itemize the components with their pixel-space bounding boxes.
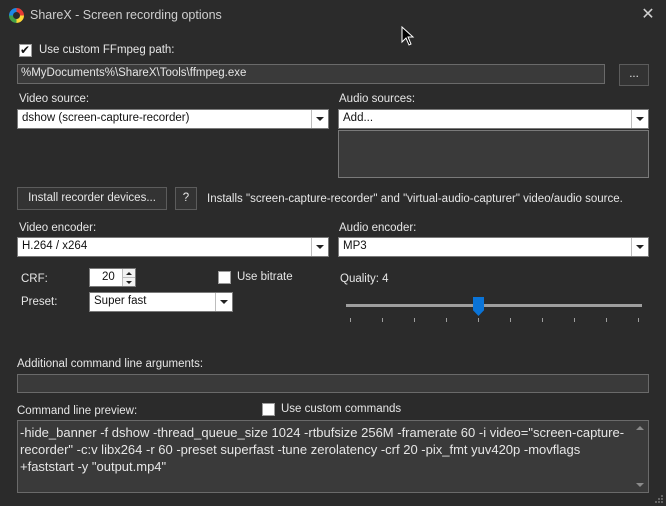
quality-tick	[510, 318, 511, 322]
quality-tick	[574, 318, 575, 322]
crf-value: 20	[102, 271, 115, 283]
video-encoder-label: Video encoder:	[19, 222, 97, 234]
preset-dropdown[interactable]: Super fast	[89, 292, 233, 312]
audio-sources-label: Audio sources:	[339, 93, 416, 105]
install-recorder-devices-button[interactable]: Install recorder devices...	[17, 187, 167, 210]
quality-tick	[638, 318, 639, 322]
video-source-label: Video source:	[19, 93, 90, 105]
quality-slider-thumb[interactable]	[473, 297, 484, 316]
resize-grip-icon[interactable]	[654, 494, 664, 504]
use-bitrate-label: Use bitrate	[237, 271, 293, 283]
help-button[interactable]: ?	[175, 187, 197, 210]
spin-down-icon[interactable]	[123, 278, 135, 287]
vertical-scrollbar[interactable]	[631, 421, 648, 492]
audio-encoder-label: Audio encoder:	[339, 222, 417, 234]
quality-tick	[350, 318, 351, 322]
audio-sources-list[interactable]	[338, 130, 649, 178]
spin-up-icon[interactable]	[123, 269, 135, 278]
scroll-up-icon[interactable]	[636, 426, 644, 430]
chevron-down-icon	[631, 110, 648, 128]
chevron-down-icon	[215, 293, 232, 311]
scroll-down-icon[interactable]	[636, 483, 644, 487]
audio-encoder-value: MP3	[343, 240, 367, 252]
quality-tick	[414, 318, 415, 322]
crf-label: CRF:	[21, 273, 48, 285]
mouse-cursor-icon	[401, 26, 415, 46]
additional-args-input[interactable]	[17, 374, 649, 393]
chevron-down-icon	[311, 238, 328, 256]
browse-ffmpeg-button[interactable]: ...	[619, 64, 649, 86]
video-encoder-value: H.264 / x264	[22, 240, 88, 252]
use-bitrate-checkbox[interactable]	[218, 271, 231, 284]
quality-tick	[478, 318, 479, 322]
window-title: ShareX - Screen recording options	[30, 8, 222, 22]
command-preview-textarea[interactable]: -hide_banner -f dshow -thread_queue_size…	[17, 420, 649, 493]
use-custom-ffmpeg-label: Use custom FFmpeg path:	[39, 44, 175, 56]
video-source-dropdown[interactable]: dshow (screen-capture-recorder)	[17, 109, 329, 129]
video-source-value: dshow (screen-capture-recorder)	[22, 112, 190, 124]
use-custom-ffmpeg-checkbox[interactable]	[19, 43, 32, 57]
close-button[interactable]: ✕	[638, 5, 658, 25]
crf-spin-buttons[interactable]	[122, 269, 135, 286]
quality-label: Quality: 4	[340, 273, 389, 285]
audio-sources-dropdown[interactable]: Add...	[338, 109, 649, 129]
audio-sources-value: Add...	[343, 112, 374, 124]
quality-tick	[606, 318, 607, 322]
preset-label: Preset:	[21, 296, 58, 308]
additional-args-label: Additional command line arguments:	[17, 358, 204, 370]
crf-stepper[interactable]: 20	[89, 268, 136, 287]
use-custom-commands-label: Use custom commands	[281, 403, 402, 415]
use-custom-commands-checkbox[interactable]	[262, 403, 275, 416]
command-preview-label: Command line preview:	[17, 405, 138, 417]
install-description: Installs "screen-capture-recorder" and "…	[207, 193, 623, 205]
quality-tick	[542, 318, 543, 322]
audio-encoder-dropdown[interactable]: MP3	[338, 237, 649, 257]
quality-tick	[382, 318, 383, 322]
chevron-down-icon	[311, 110, 328, 128]
quality-slider-track[interactable]	[346, 304, 642, 307]
command-preview-text: -hide_banner -f dshow -thread_queue_size…	[20, 425, 625, 474]
sharex-logo-icon	[9, 8, 24, 23]
quality-tick	[446, 318, 447, 322]
ffmpeg-path-input[interactable]: %MyDocuments%\ShareX\Tools\ffmpeg.exe	[17, 64, 605, 84]
video-encoder-dropdown[interactable]: H.264 / x264	[17, 237, 329, 257]
chevron-down-icon	[631, 238, 648, 256]
preset-value: Super fast	[94, 295, 147, 307]
